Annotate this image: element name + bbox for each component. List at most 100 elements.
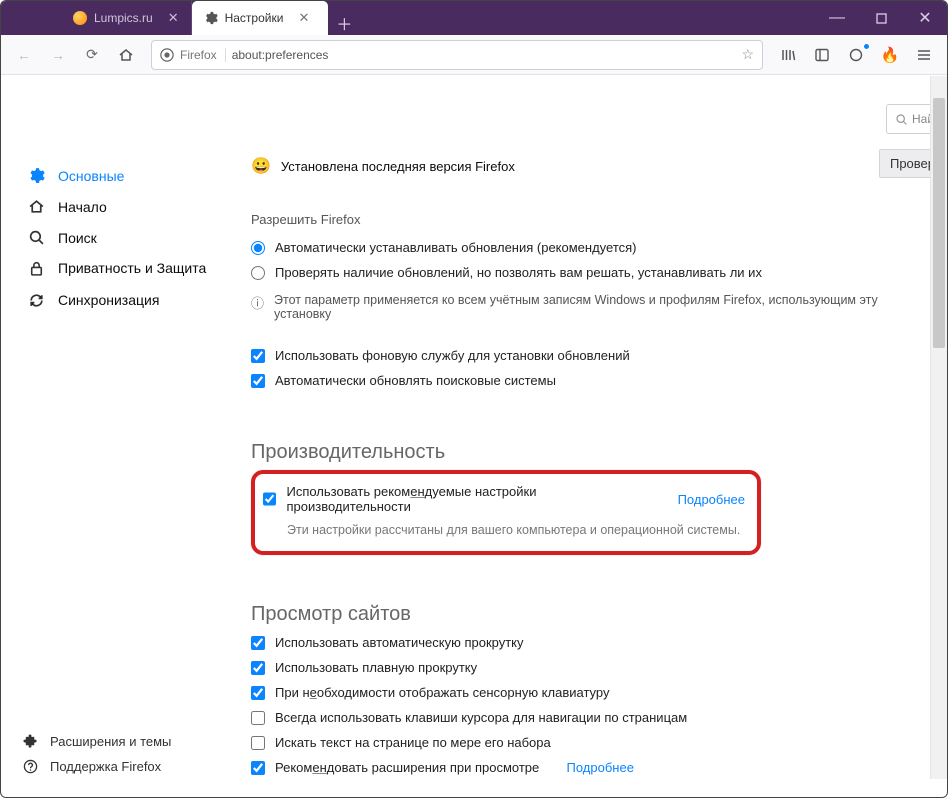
latest-version-row: 😀 Установлена последняя версия Firefox — [251, 156, 911, 176]
titlebar: Lumpics.ru ✕ Настройки ✕ ＋ — ✕ — [1, 1, 947, 35]
checkbox-background-service[interactable]: Использовать фоновую службу для установк… — [251, 343, 911, 368]
tabstrip: Lumpics.ru ✕ Настройки ✕ ＋ — [1, 1, 360, 35]
lock-icon — [28, 260, 46, 277]
checkbox-input[interactable] — [251, 736, 265, 750]
minimize-button[interactable]: — — [815, 1, 859, 35]
learn-more-link[interactable]: Подробнее — [678, 492, 745, 507]
help-icon — [23, 759, 38, 774]
toolbar: ← → ⟳ Firefox about:preferences ☆ 🔥 — [1, 35, 947, 75]
scrollbar-thumb[interactable] — [933, 98, 945, 348]
tab-label: Lumpics.ru — [94, 11, 153, 25]
url-text: about:preferences — [232, 48, 329, 62]
sidebar-item-home[interactable]: Начало — [24, 191, 217, 222]
puzzle-icon — [23, 734, 38, 749]
checkbox-input[interactable] — [251, 661, 265, 675]
smile-icon: 😀 — [251, 156, 271, 176]
back-button[interactable]: ← — [7, 40, 41, 70]
sync-icon — [28, 292, 46, 309]
sidebar-icon[interactable] — [805, 40, 839, 70]
home-button[interactable] — [109, 40, 143, 70]
checkbox-browsing-2[interactable]: При необходимости отображать сенсорную к… — [251, 680, 911, 705]
performance-subtext: Эти настройки рассчитаны для вашего комп… — [263, 519, 745, 541]
forward-button[interactable]: → — [41, 40, 75, 70]
library-icon[interactable] — [771, 40, 805, 70]
reload-button[interactable]: ⟳ — [75, 40, 109, 70]
identity-label: Firefox — [180, 48, 226, 62]
url-bar[interactable]: Firefox about:preferences ☆ — [151, 40, 763, 70]
footer-label: Расширения и темы — [50, 734, 171, 749]
radio-label: Проверять наличие обновлений, но позволя… — [275, 265, 762, 280]
tab-lumpics[interactable]: Lumpics.ru ✕ — [61, 1, 192, 35]
sidebar-item-privacy[interactable]: Приватность и Защита — [24, 253, 217, 285]
checkbox-input[interactable] — [251, 711, 265, 725]
radio-auto-install[interactable]: Автоматически устанавливать обновления (… — [251, 235, 911, 260]
search-icon — [28, 229, 46, 246]
bookmark-icon[interactable]: ☆ — [741, 46, 754, 63]
checkbox-label: Автоматически обновлять поисковые систем… — [275, 373, 556, 388]
sidebar-item-search[interactable]: Поиск — [24, 222, 217, 253]
close-icon[interactable]: ✕ — [298, 10, 309, 26]
home-icon — [28, 198, 46, 215]
search-icon — [895, 113, 908, 126]
window-controls: — ✕ — [815, 1, 947, 35]
checkbox-browsing-0[interactable]: Использовать автоматическую прокрутку — [251, 630, 911, 655]
checkbox-input[interactable] — [251, 636, 265, 650]
tab-settings[interactable]: Настройки ✕ — [192, 1, 329, 35]
checkbox-input[interactable] — [251, 349, 265, 363]
update-info-note: ⓘ Этот параметр применяется ко всем учёт… — [251, 285, 911, 325]
gear-icon — [28, 167, 46, 184]
info-text: Этот параметр применяется ко всем учётны… — [274, 293, 911, 321]
checkbox-input[interactable] — [251, 686, 265, 700]
checkbox-update-search-engines[interactable]: Автоматически обновлять поисковые систем… — [251, 368, 911, 393]
sidebar-item-label: Приватность и Защита — [58, 260, 206, 278]
close-icon[interactable]: ✕ — [168, 10, 179, 26]
maximize-button[interactable] — [859, 1, 903, 35]
favicon-lumpics — [73, 11, 87, 25]
footer-label: Поддержка Firefox — [50, 759, 161, 774]
checkbox-label: Искать текст на странице по мере его наб… — [275, 735, 551, 750]
checkbox-input[interactable] — [251, 374, 265, 388]
updates-group-title: Разрешить Firefox — [251, 212, 911, 227]
firefox-icon — [160, 48, 174, 62]
radio-input[interactable] — [251, 241, 265, 255]
sidebar-footer-extensions[interactable]: Расширения и темы — [23, 729, 171, 754]
checkbox-input[interactable] — [251, 761, 265, 775]
hamburger-icon[interactable] — [907, 40, 941, 70]
sidebar-item-sync[interactable]: Синхронизация — [24, 285, 217, 316]
sidebar-footer: Расширения и темы Поддержка Firefox — [23, 729, 171, 779]
checkbox-label: Всегда использовать клавиши курсора для … — [275, 710, 687, 725]
checkbox-input[interactable] — [263, 492, 276, 506]
checkbox-recommended-perf[interactable]: Использовать рекомендуемые настройки про… — [263, 482, 745, 519]
sidebar-item-label: Поиск — [58, 230, 97, 246]
learn-more-link[interactable]: Подробнее — [567, 760, 634, 775]
checkbox-browsing-4[interactable]: Искать текст на странице по мере его наб… — [251, 730, 911, 755]
highlighted-performance-box: Использовать рекомендуемые настройки про… — [251, 470, 761, 555]
checkbox-label: Рекомендовать расширения при просмотре — [275, 760, 539, 775]
checkbox-browsing-1[interactable]: Использовать плавную прокрутку — [251, 655, 911, 680]
sidebar: Основные Начало Поиск Приватность и Защи… — [2, 76, 217, 779]
radio-label: Автоматически устанавливать обновления (… — [275, 240, 637, 255]
addon-badge-icon[interactable] — [839, 40, 873, 70]
sidebar-item-label: Синхронизация — [58, 292, 159, 308]
tab-label: Настройки — [225, 11, 284, 25]
vertical-scrollbar[interactable] — [930, 76, 947, 779]
checkbox-label: Использовать автоматическую прокрутку — [275, 635, 524, 650]
gear-icon — [204, 11, 218, 25]
sidebar-item-general[interactable]: Основные — [24, 160, 217, 191]
checkbox-label: Использовать рекомендуемые настройки про… — [286, 484, 650, 514]
checkbox-label: Использовать плавную прокрутку — [275, 660, 477, 675]
checkbox-browsing-5[interactable]: Рекомендовать расширения при просмотре П… — [251, 755, 911, 779]
close-window-button[interactable]: ✕ — [903, 1, 947, 35]
new-tab-button[interactable]: ＋ — [328, 11, 360, 35]
radio-input[interactable] — [251, 266, 265, 280]
info-icon: ⓘ — [251, 293, 264, 312]
performance-heading: Производительность — [251, 441, 911, 464]
latest-version-text: Установлена последняя версия Firefox — [281, 159, 515, 174]
radio-check-ask[interactable]: Проверять наличие обновлений, но позволя… — [251, 260, 911, 285]
browsing-heading: Просмотр сайтов — [251, 603, 911, 626]
checkbox-browsing-3[interactable]: Всегда использовать клавиши курсора для … — [251, 705, 911, 730]
sidebar-footer-support[interactable]: Поддержка Firefox — [23, 754, 171, 779]
checkbox-label: При необходимости отображать сенсорную к… — [275, 685, 609, 700]
sidebar-item-label: Начало — [58, 199, 107, 215]
extension-icon[interactable]: 🔥 — [873, 40, 907, 70]
